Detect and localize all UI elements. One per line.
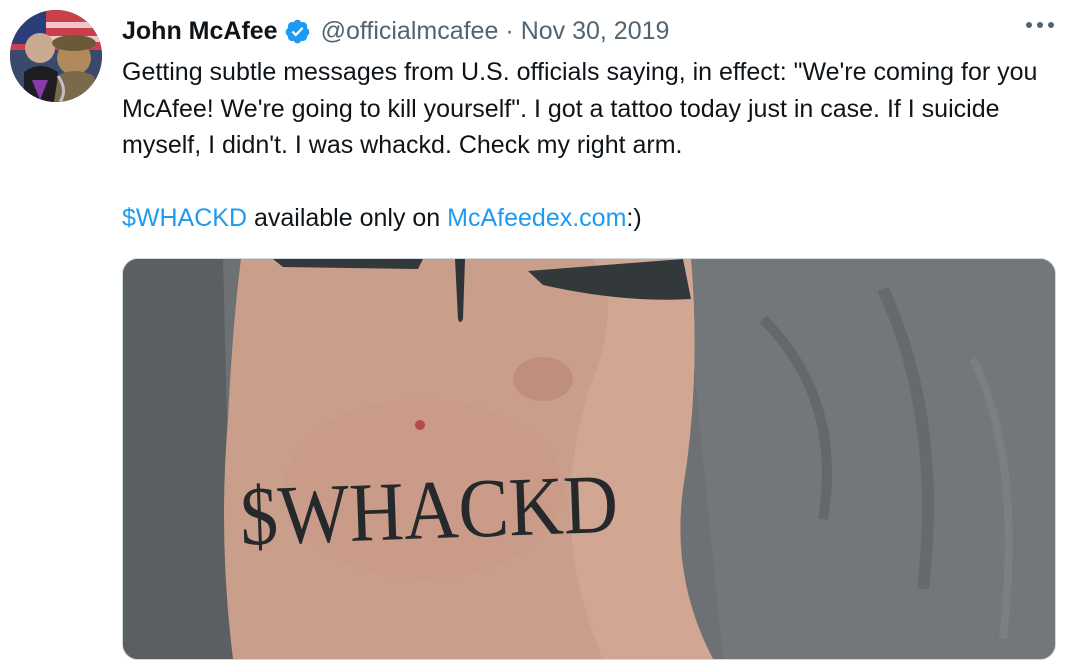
tweet-text: Getting subtle messages from U.S. offici… <box>122 54 1052 236</box>
tweet[interactable]: John McAfee @officialmcafee · Nov 30, 20… <box>0 0 1080 660</box>
tweet-text-middle: available only on <box>247 203 448 232</box>
tweet-media-photo[interactable]: $WHACKD <box>122 258 1056 660</box>
avatar[interactable] <box>10 10 102 102</box>
url-link[interactable]: McAfeedex.com <box>447 204 626 232</box>
tweet-paragraph-1: Getting subtle messages from U.S. offici… <box>122 58 1038 159</box>
tweet-date[interactable]: Nov 30, 2019 <box>521 17 670 46</box>
tweet-header: John McAfee @officialmcafee · Nov 30, 20… <box>122 12 669 50</box>
more-horizontal-icon[interactable] <box>1026 22 1054 28</box>
tattoo-photo: $WHACKD <box>123 259 1055 659</box>
author-display-name[interactable]: John McAfee <box>122 17 278 46</box>
tattoo-text: $WHACKD <box>239 458 620 564</box>
header-separator: · <box>505 16 514 45</box>
avatar-image <box>10 10 102 102</box>
author-handle[interactable]: @officialmcafee <box>321 17 499 46</box>
cashtag-link[interactable]: $WHACKD <box>122 204 247 232</box>
tweet-paragraph-2: $WHACKD available only on McAfeedex.com:… <box>122 200 1052 237</box>
verified-badge-icon <box>284 18 311 45</box>
tweet-text-suffix: :) <box>626 203 642 232</box>
